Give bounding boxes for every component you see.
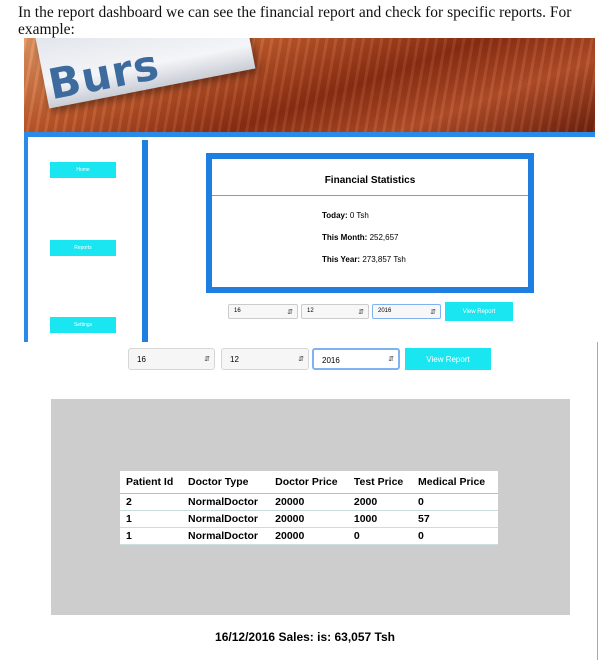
view-report-button[interactable]: View Report [405, 348, 491, 370]
sidebar-left-border [24, 136, 28, 342]
column-header: Medical Price [414, 471, 498, 494]
table-row: 2 NormalDoctor 20000 2000 0 [120, 493, 498, 511]
stat-year: This Year: 273,857 Tsh [322, 255, 406, 264]
stat-month-value: 252,657 [369, 233, 399, 242]
year-select-value: 2016 [322, 356, 340, 365]
sidebar-right-border [142, 140, 148, 342]
stat-today-label: Today: [322, 211, 348, 220]
table-cell: 2000 [349, 493, 415, 511]
day-select-value: 16 [137, 355, 146, 364]
header-banner: Burs [24, 38, 595, 136]
stat-today: Today: 0 Tsh [322, 211, 369, 220]
intro-paragraph: In the report dashboard we can see the f… [18, 4, 572, 38]
chevron-updown-icon: ⇵ [430, 308, 436, 316]
table-row: 1 NormalDoctor 20000 1000 57 [120, 510, 498, 528]
table-cell: NormalDoctor [183, 510, 272, 528]
sidebar-item-reports[interactable]: Reports [50, 240, 116, 256]
table-cell: 0 [414, 493, 498, 511]
report-table: Patient Id Doctor Type Doctor Price Test… [120, 471, 498, 545]
view-report-button-small[interactable]: View Report [445, 302, 513, 321]
stats-title: Financial Statistics [324, 175, 416, 186]
table-cell: 1 [120, 510, 184, 528]
year-select-small-value: 2016 [378, 308, 392, 314]
sidebar-item-home[interactable]: Home [50, 162, 116, 178]
financial-statistics-panel: Financial Statistics Today: 0 Tsh This M… [206, 153, 534, 293]
chevron-updown-icon: ⇵ [287, 308, 293, 316]
month-select[interactable]: 12 ⇵ [221, 348, 309, 370]
chevron-updown-icon: ⇵ [388, 356, 394, 363]
sales-summary: 16/12/2016 Sales: is: 63,057 Tsh [215, 630, 395, 644]
table-cell: 57 [414, 510, 498, 528]
banner-divider [24, 132, 595, 137]
month-select-small-value: 12 [307, 308, 314, 314]
month-select-value: 12 [230, 355, 239, 364]
table-cell: 20000 [271, 510, 350, 528]
table-cell: 0 [349, 527, 415, 545]
month-select-small[interactable]: 12 ⇵ [301, 304, 369, 319]
stat-year-label: This Year: [322, 255, 361, 264]
table-cell: 1000 [349, 510, 415, 528]
day-select[interactable]: 16 ⇵ [128, 348, 215, 370]
stats-divider [212, 195, 528, 196]
table-header-row: Patient Id Doctor Type Doctor Price Test… [120, 471, 498, 494]
day-select-small-value: 16 [234, 308, 241, 314]
table-cell: 1 [120, 527, 184, 545]
day-select-small[interactable]: 16 ⇵ [228, 304, 298, 319]
table-row: 1 NormalDoctor 20000 0 0 [120, 527, 498, 545]
sidebar-item-settings[interactable]: Settings [50, 317, 116, 333]
chevron-updown-icon: ⇵ [204, 356, 210, 363]
table-cell: 2 [120, 493, 184, 511]
year-select[interactable]: 2016 ⇵ [312, 348, 400, 370]
stat-today-value: 0 Tsh [349, 211, 369, 220]
column-header: Doctor Type [183, 471, 272, 494]
stat-month-label: This Month: [322, 233, 368, 242]
year-select-small[interactable]: 2016 ⇵ [372, 304, 441, 319]
table-cell: 20000 [271, 493, 350, 511]
stat-month: This Month: 252,657 [322, 233, 398, 242]
page-edge-line [597, 342, 598, 660]
stat-year-value: 273,857 Tsh [362, 255, 406, 264]
column-header: Test Price [349, 471, 415, 494]
table-cell: 20000 [271, 527, 350, 545]
column-header: Patient Id [120, 471, 184, 494]
table-cell: NormalDoctor [183, 493, 272, 511]
chevron-updown-icon: ⇵ [358, 308, 364, 316]
table-cell: 0 [414, 527, 498, 545]
chevron-updown-icon: ⇵ [298, 356, 304, 363]
column-header: Doctor Price [271, 471, 350, 494]
table-cell: NormalDoctor [183, 527, 272, 545]
